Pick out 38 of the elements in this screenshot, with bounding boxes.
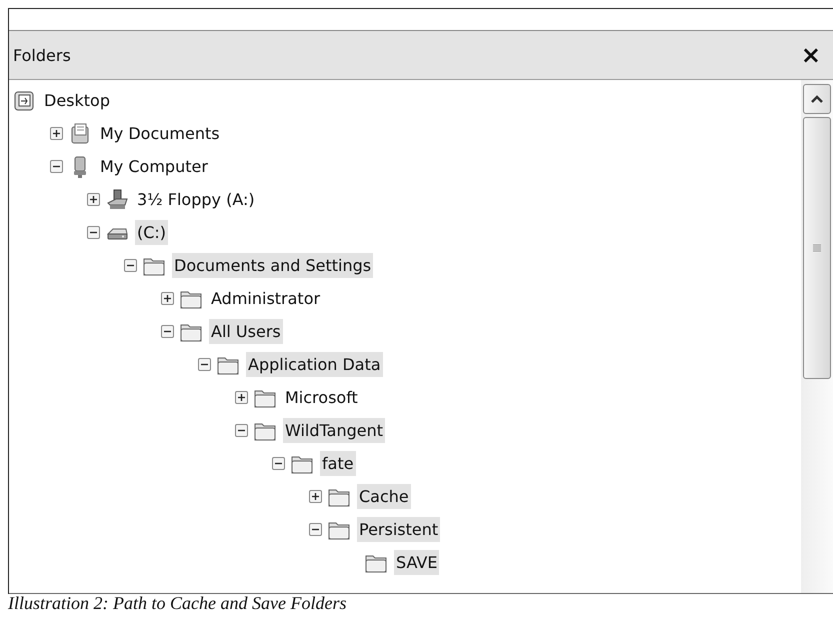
tree-item[interactable]: My Documents xyxy=(98,121,222,146)
grip-icon xyxy=(812,243,822,253)
expand-icon[interactable] xyxy=(87,193,100,206)
floppy-drive-icon xyxy=(106,188,129,210)
close-button[interactable]: × xyxy=(796,43,825,67)
expand-icon[interactable] xyxy=(235,391,248,404)
tree-item[interactable]: Desktop xyxy=(42,88,112,113)
tree-item[interactable]: Microsoft xyxy=(283,385,360,410)
collapse-icon[interactable] xyxy=(235,424,248,437)
tree-item[interactable]: All Users xyxy=(209,319,283,344)
tree-item[interactable]: 3½ Floppy (A:) xyxy=(135,187,257,212)
tree-item[interactable]: Cache xyxy=(357,484,411,509)
collapse-icon[interactable] xyxy=(309,523,322,536)
collapse-icon[interactable] xyxy=(50,160,63,173)
collapse-icon[interactable] xyxy=(87,226,100,239)
scroll-thumb[interactable] xyxy=(803,117,831,379)
collapse-icon[interactable] xyxy=(161,325,174,338)
panel-title: Folders xyxy=(13,46,71,64)
figure-caption: Illustration 2: Path to Cache and Save Folders xyxy=(8,594,348,614)
tree-item[interactable]: SAVE xyxy=(394,550,440,575)
tree-item[interactable]: Documents and Settings xyxy=(172,253,374,278)
tree-item[interactable]: Application Data xyxy=(246,352,383,377)
collapse-icon[interactable] xyxy=(272,457,285,470)
expand-icon[interactable] xyxy=(50,127,63,140)
expand-icon[interactable] xyxy=(309,490,322,503)
tree-item[interactable]: fate xyxy=(320,451,356,476)
expand-icon[interactable] xyxy=(161,292,174,305)
caret-up-icon xyxy=(810,94,824,104)
collapse-icon[interactable] xyxy=(124,259,137,272)
tree-item[interactable]: (C:) xyxy=(135,220,168,245)
scroll-up-button[interactable] xyxy=(803,84,831,114)
tree-item[interactable]: WildTangent xyxy=(283,418,385,443)
tree-item[interactable]: Persistent xyxy=(357,517,440,542)
tree-item[interactable]: My Computer xyxy=(98,154,210,179)
scrollbar[interactable] xyxy=(801,80,833,593)
desktop-icon xyxy=(13,90,36,112)
tree-item[interactable]: Administrator xyxy=(209,286,322,311)
collapse-icon[interactable] xyxy=(198,358,211,371)
